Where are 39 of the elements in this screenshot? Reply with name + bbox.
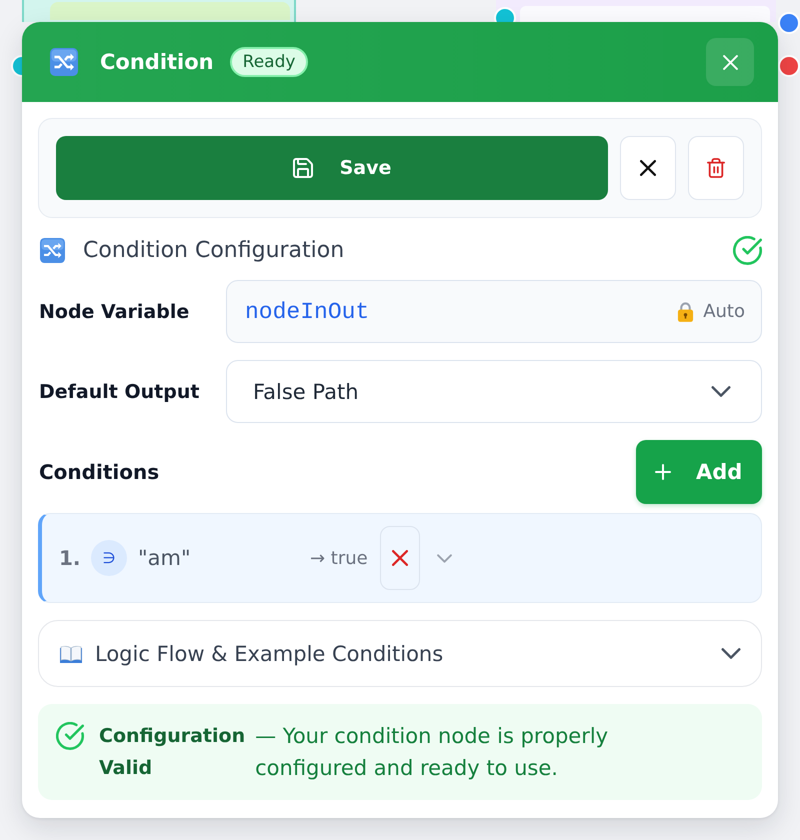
connection-handle-icon[interactable] <box>778 55 800 77</box>
validation-message: — Your condition node is properly configured and ready to use. <box>255 723 610 782</box>
connection-handle-icon[interactable] <box>778 12 800 34</box>
condition-output: → true <box>310 548 368 568</box>
save-button[interactable]: Save <box>56 136 608 200</box>
chevron-down-icon <box>711 386 731 397</box>
condition-number: 1. <box>59 546 82 570</box>
open-book-icon <box>59 644 83 662</box>
close-icon <box>392 550 408 566</box>
operator-badge: ∋ <box>91 540 127 576</box>
auto-label: Auto <box>703 301 745 322</box>
field-label: Node Variable <box>38 300 190 322</box>
close-icon <box>722 54 738 70</box>
shuffle-icon <box>40 238 65 262</box>
connection-handle-icon[interactable] <box>494 7 516 22</box>
chevron-down-icon[interactable] <box>436 554 452 562</box>
lock-icon <box>677 301 694 322</box>
connection-handle-icon[interactable] <box>11 55 22 77</box>
variable-field[interactable]: nodeInOut Auto <box>226 280 762 343</box>
close-icon <box>640 160 656 176</box>
check-circle-icon <box>56 722 84 750</box>
condition-item[interactable]: 1. ∋ "am" → true <box>38 513 762 603</box>
dropdown-field[interactable]: False Path <box>226 360 762 423</box>
trash-icon <box>707 158 725 178</box>
help-accordion[interactable]: Logic Flow & Example Conditions <box>38 620 762 687</box>
panel-title: Condition <box>100 50 214 74</box>
delete-button[interactable] <box>688 136 744 200</box>
check-circle-icon <box>733 236 762 264</box>
shuffle-icon <box>50 48 78 76</box>
remove-condition-button[interactable] <box>380 526 420 590</box>
close-button[interactable] <box>706 38 754 86</box>
section-title: Condition Configuration <box>83 238 344 262</box>
condition-value: "am" <box>138 546 192 570</box>
status-badge: Ready <box>230 47 308 77</box>
cancel-button[interactable] <box>620 136 676 200</box>
plus-icon <box>655 464 671 480</box>
field-label: Default Output <box>38 380 200 402</box>
validation-title: Configuration Valid <box>99 724 246 781</box>
conditions-heading: Conditions <box>38 460 160 484</box>
